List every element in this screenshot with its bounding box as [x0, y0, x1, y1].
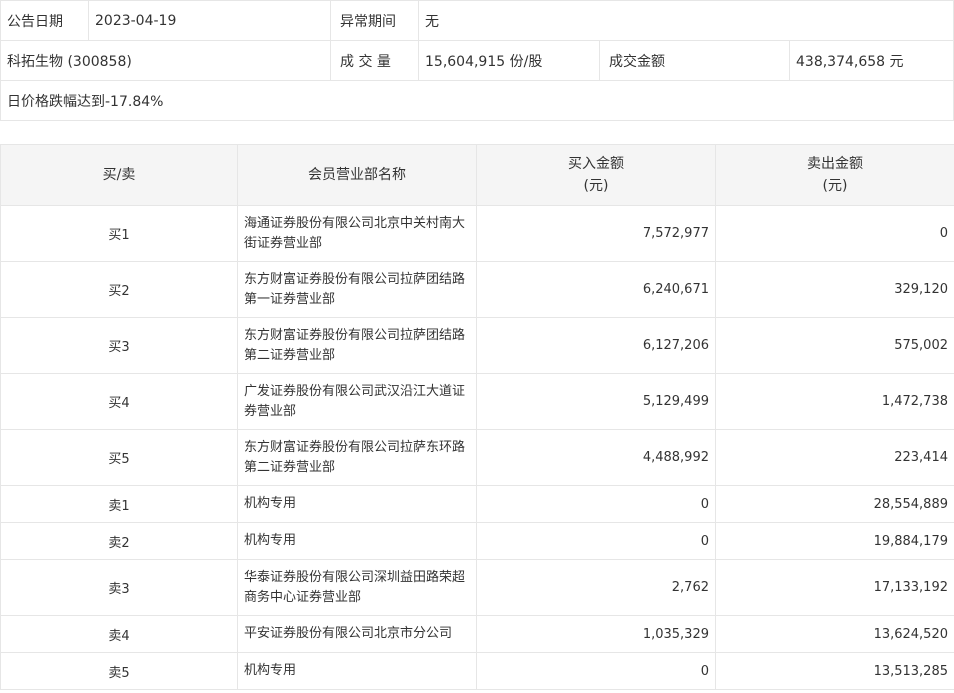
- amount-value: 438,374,658 元: [789, 40, 954, 81]
- side-cell: 买2: [0, 261, 238, 318]
- buy-amount-cell: 1,035,329: [476, 615, 716, 653]
- side-cell: 卖3: [0, 559, 238, 616]
- stock-name: 科拓生物 (300858): [0, 40, 331, 81]
- buy-amount-cell: 0: [476, 522, 716, 560]
- member-cell: 平安证券股份有限公司北京市分公司: [237, 615, 477, 653]
- date-value: 2023-04-19: [88, 0, 331, 41]
- sell-header-unit: (元): [822, 178, 848, 194]
- member-cell: 广发证券股份有限公司武汉沿江大道证券营业部: [237, 373, 477, 430]
- table-row: 买3 东方财富证券股份有限公司拉萨团结路第二证券营业部 6,127,206 57…: [0, 317, 954, 374]
- amount-label: 成交金额: [599, 40, 790, 81]
- table-row: 买5 东方财富证券股份有限公司拉萨东环路第二证券营业部 4,488,992 22…: [0, 429, 954, 486]
- sell-amount-cell: 28,554,889: [715, 485, 954, 523]
- table-header-row: 买/卖 会员营业部名称 买入金额 (元) 卖出金额 (元): [0, 144, 954, 206]
- side-cell: 买3: [0, 317, 238, 374]
- side-cell: 卖5: [0, 652, 238, 690]
- notice-row-trade: 科拓生物 (300858) 成 交 量 15,604,915 份/股 成交金额 …: [0, 40, 954, 81]
- buy-amount-header: 买入金额 (元): [476, 144, 716, 206]
- buy-header-unit: (元): [583, 178, 609, 194]
- sell-amount-cell: 17,133,192: [715, 559, 954, 616]
- side-header: 买/卖: [0, 144, 238, 206]
- member-cell: 东方财富证券股份有限公司拉萨团结路第二证券营业部: [237, 317, 477, 374]
- period-label: 异常期间: [330, 0, 419, 41]
- side-cell: 卖4: [0, 615, 238, 653]
- sell-amount-cell: 223,414: [715, 429, 954, 486]
- member-cell: 机构专用: [237, 485, 477, 523]
- trading-seats-table: 买/卖 会员营业部名称 买入金额 (元) 卖出金额 (元) 买1 海通证券股份有限公…: [0, 144, 954, 690]
- member-cell: 海通证券股份有限公司北京中关村南大街证券营业部: [237, 205, 477, 262]
- member-cell: 机构专用: [237, 652, 477, 690]
- table-row: 卖5 机构专用 0 13,513,285: [0, 652, 954, 690]
- side-cell: 买1: [0, 205, 238, 262]
- table-row: 买1 海通证券股份有限公司北京中关村南大街证券营业部 7,572,977 0: [0, 205, 954, 262]
- sell-header-label: 卖出金额: [807, 156, 863, 172]
- table-row: 卖1 机构专用 0 28,554,889: [0, 485, 954, 523]
- table-row: 卖2 机构专用 0 19,884,179: [0, 522, 954, 560]
- buy-amount-cell: 0: [476, 485, 716, 523]
- notice-row-reason: 日价格跌幅达到-17.84%: [0, 80, 954, 121]
- table-row: 卖3 华泰证券股份有限公司深圳益田路荣超商务中心证券营业部 2,762 17,1…: [0, 559, 954, 616]
- side-cell: 卖2: [0, 522, 238, 560]
- buy-amount-cell: 7,572,977: [476, 205, 716, 262]
- date-label: 公告日期: [0, 0, 89, 41]
- member-cell: 华泰证券股份有限公司深圳益田路荣超商务中心证券营业部: [237, 559, 477, 616]
- sell-amount-cell: 0: [715, 205, 954, 262]
- table-row: 买4 广发证券股份有限公司武汉沿江大道证券营业部 5,129,499 1,472…: [0, 373, 954, 430]
- buy-amount-cell: 0: [476, 652, 716, 690]
- table-row: 买2 东方财富证券股份有限公司拉萨团结路第一证券营业部 6,240,671 32…: [0, 261, 954, 318]
- period-value: 无: [418, 0, 954, 41]
- sell-amount-cell: 329,120: [715, 261, 954, 318]
- notice-info-table: 公告日期 2023-04-19 异常期间 无 科拓生物 (300858) 成 交…: [0, 0, 954, 121]
- sell-amount-cell: 19,884,179: [715, 522, 954, 560]
- buy-amount-cell: 2,762: [476, 559, 716, 616]
- member-cell: 东方财富证券股份有限公司拉萨东环路第二证券营业部: [237, 429, 477, 486]
- table-row: 卖4 平安证券股份有限公司北京市分公司 1,035,329 13,624,520: [0, 615, 954, 653]
- member-cell: 东方财富证券股份有限公司拉萨团结路第一证券营业部: [237, 261, 477, 318]
- buy-amount-cell: 6,127,206: [476, 317, 716, 374]
- member-header: 会员营业部名称: [237, 144, 477, 206]
- sell-amount-cell: 13,513,285: [715, 652, 954, 690]
- reason-text: 日价格跌幅达到-17.84%: [0, 80, 954, 121]
- buy-amount-cell: 6,240,671: [476, 261, 716, 318]
- notice-row-date: 公告日期 2023-04-19 异常期间 无: [0, 0, 954, 41]
- buy-header-label: 买入金额: [568, 156, 624, 172]
- side-cell: 买5: [0, 429, 238, 486]
- side-cell: 买4: [0, 373, 238, 430]
- buy-amount-cell: 5,129,499: [476, 373, 716, 430]
- member-cell: 机构专用: [237, 522, 477, 560]
- volume-value: 15,604,915 份/股: [418, 40, 600, 81]
- sell-amount-header: 卖出金额 (元): [715, 144, 954, 206]
- buy-amount-cell: 4,488,992: [476, 429, 716, 486]
- volume-label: 成 交 量: [330, 40, 419, 81]
- side-cell: 卖1: [0, 485, 238, 523]
- sell-amount-cell: 575,002: [715, 317, 954, 374]
- sell-amount-cell: 13,624,520: [715, 615, 954, 653]
- sell-amount-cell: 1,472,738: [715, 373, 954, 430]
